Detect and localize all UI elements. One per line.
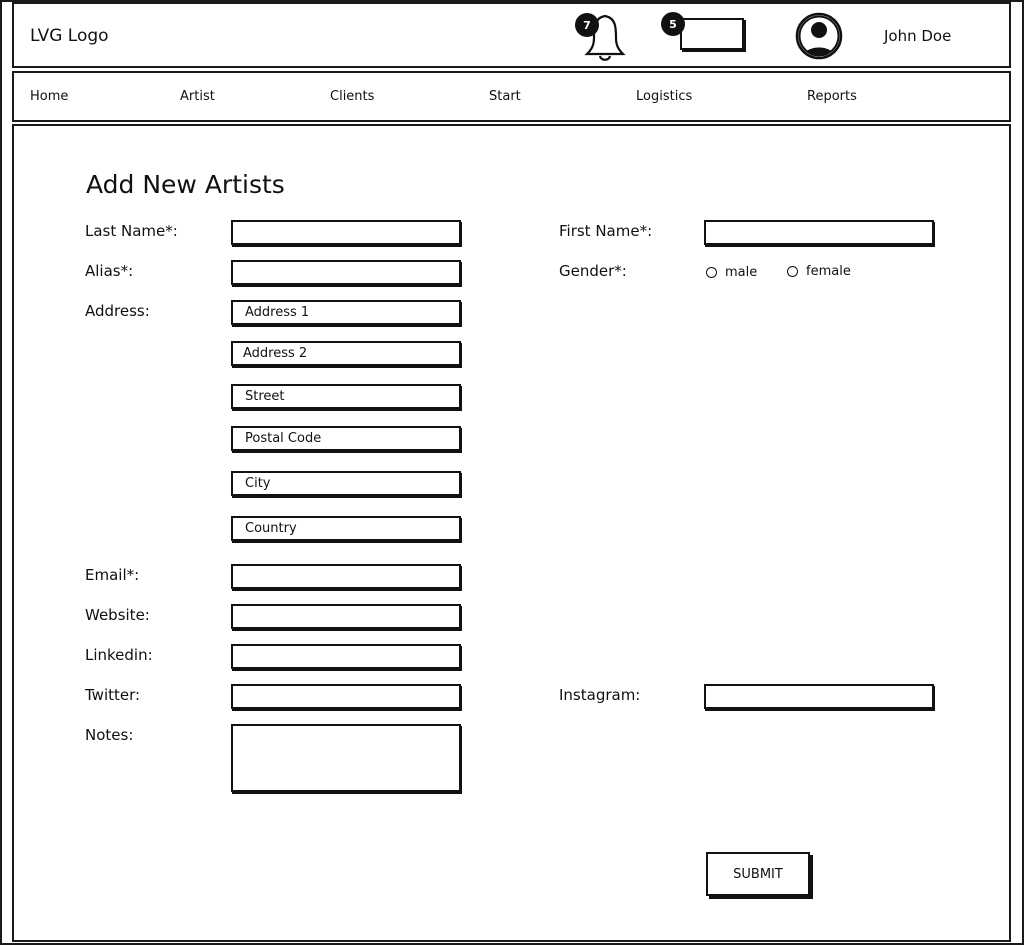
- nav-item-artist[interactable]: Artist: [180, 89, 215, 104]
- alias-label: Alias*:: [85, 262, 134, 280]
- email-label: Email*:: [85, 566, 140, 584]
- page-title: Add New Artists: [86, 170, 285, 199]
- instagram-label: Instagram:: [559, 686, 641, 704]
- linkedin-label: Linkedin:: [85, 646, 153, 664]
- address-label: Address:: [85, 302, 150, 320]
- nav-item-start[interactable]: Start: [489, 89, 521, 104]
- website-label: Website:: [85, 606, 150, 624]
- header-bar: LVG Logo 7 5 John Doe: [12, 2, 1011, 68]
- gender-male-label: male: [725, 265, 758, 280]
- nav-bar: Home Artist Clients Start Logistics Repo…: [12, 71, 1011, 122]
- messages-badge: 5: [661, 12, 685, 36]
- last-name-label: Last Name*:: [85, 222, 178, 240]
- form-panel: Add New Artists Last Name*: Alias*: Addr…: [12, 124, 1011, 942]
- user-name[interactable]: John Doe: [884, 27, 951, 45]
- address-2-input[interactable]: [231, 341, 461, 366]
- email-input[interactable]: [231, 564, 461, 589]
- city-input[interactable]: [231, 471, 461, 496]
- country-input[interactable]: [231, 516, 461, 541]
- gender-label: Gender*:: [559, 262, 627, 280]
- radio-icon[interactable]: [787, 266, 798, 277]
- radio-icon[interactable]: [706, 267, 717, 278]
- website-input[interactable]: [231, 604, 461, 629]
- gender-female-radio[interactable]: female: [787, 264, 851, 279]
- alias-input[interactable]: [231, 260, 461, 285]
- gender-female-label: female: [806, 264, 851, 279]
- logo[interactable]: LVG Logo: [30, 26, 109, 46]
- postal-code-input[interactable]: [231, 426, 461, 451]
- first-name-label: First Name*:: [559, 222, 653, 240]
- gender-male-radio[interactable]: male: [706, 265, 757, 280]
- street-input[interactable]: [231, 384, 461, 409]
- nav-item-reports[interactable]: Reports: [807, 89, 857, 104]
- nav-item-home[interactable]: Home: [30, 89, 68, 104]
- last-name-input[interactable]: [231, 220, 461, 245]
- nav-item-logistics[interactable]: Logistics: [636, 89, 692, 104]
- linkedin-input[interactable]: [231, 644, 461, 669]
- notification-badge: 7: [575, 13, 599, 37]
- twitter-label: Twitter:: [85, 686, 141, 704]
- messages-button[interactable]: [680, 18, 744, 50]
- first-name-input[interactable]: [704, 220, 934, 245]
- notes-label: Notes:: [85, 726, 134, 744]
- submit-button[interactable]: SUBMIT: [706, 852, 810, 896]
- instagram-input[interactable]: [704, 684, 934, 709]
- twitter-input[interactable]: [231, 684, 461, 709]
- notes-textarea[interactable]: [231, 724, 461, 792]
- address-1-input[interactable]: [231, 300, 461, 325]
- user-avatar-icon[interactable]: [795, 12, 843, 60]
- nav-item-clients[interactable]: Clients: [330, 89, 374, 104]
